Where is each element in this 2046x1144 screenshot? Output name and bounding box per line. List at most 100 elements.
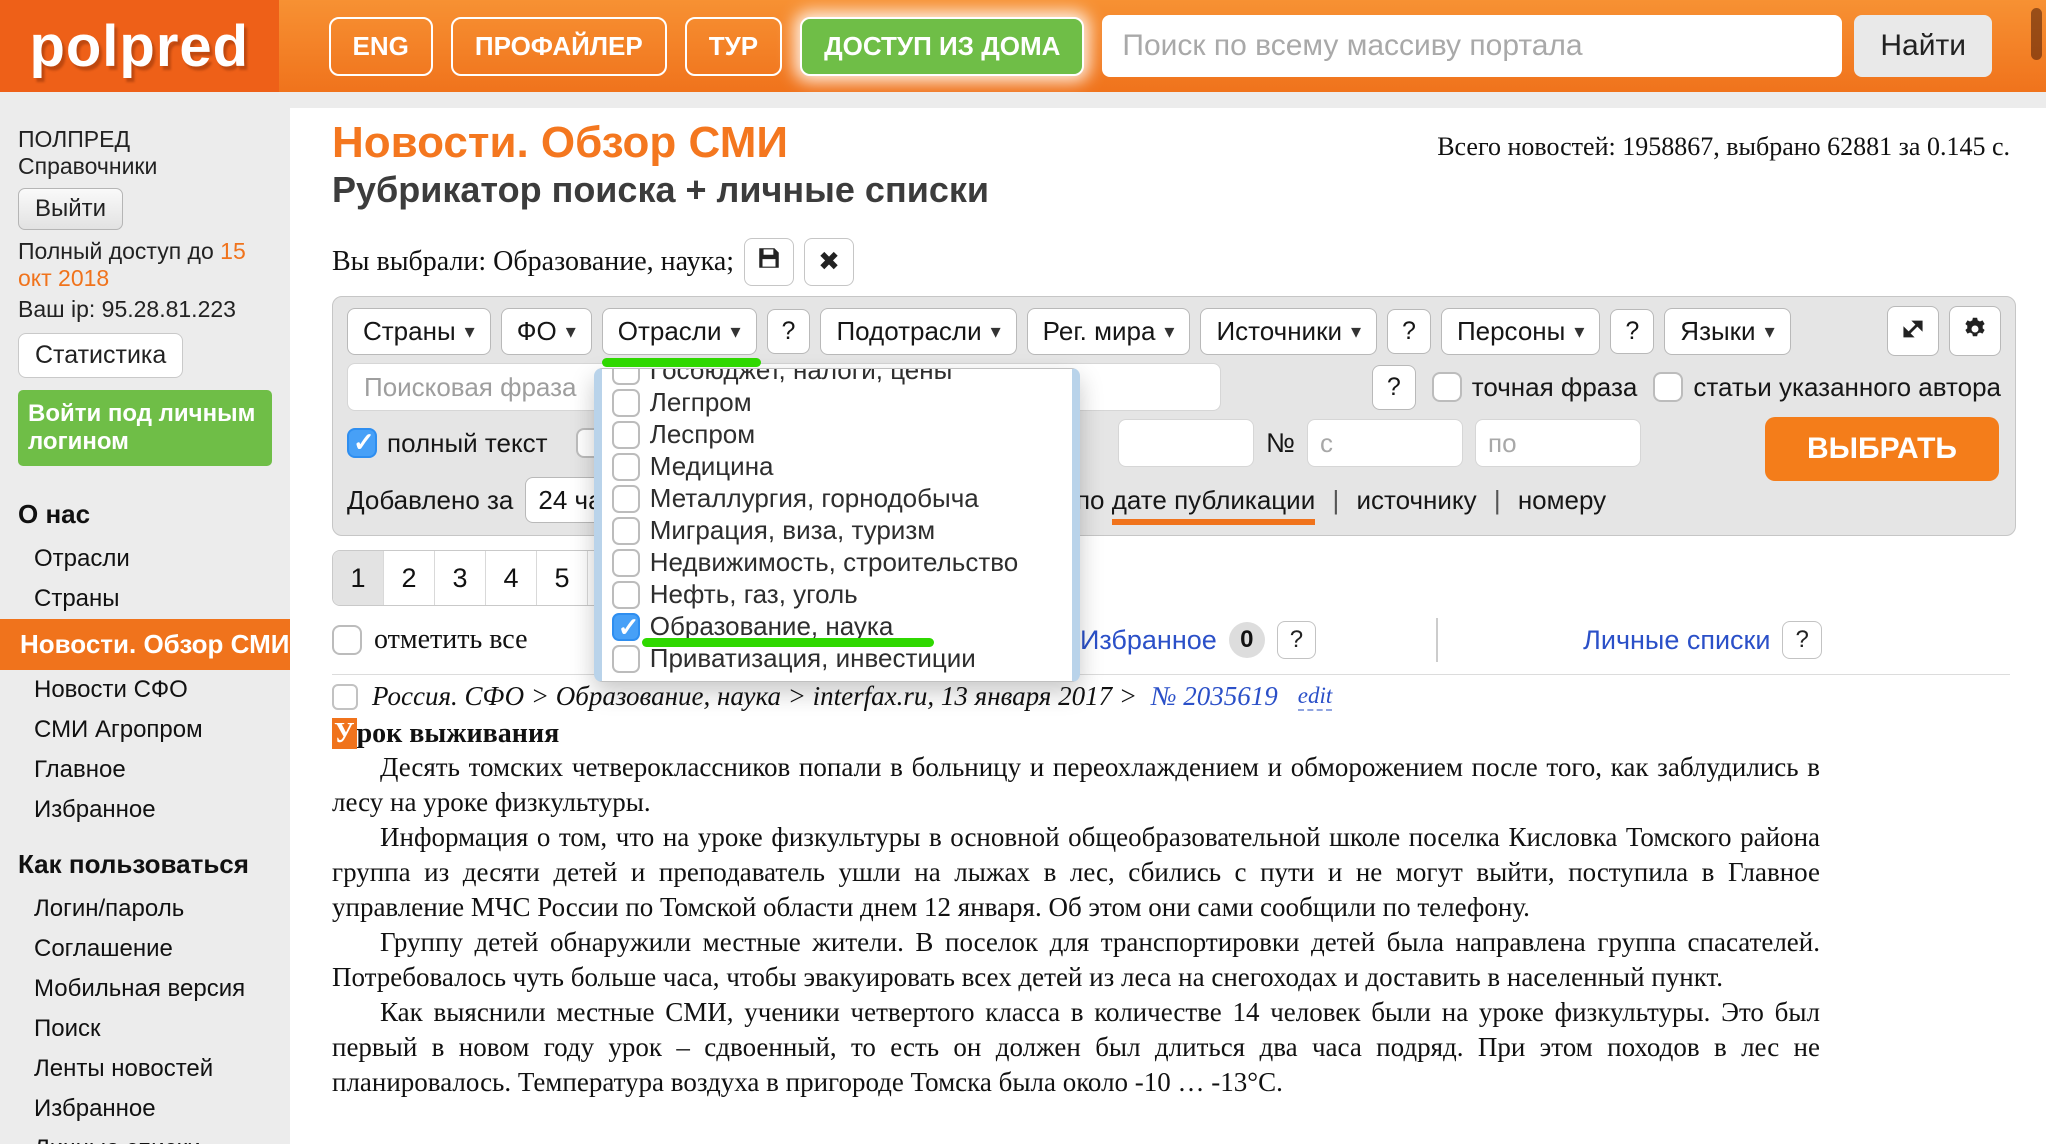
languages-filter-button[interactable]: Языки — [1664, 308, 1790, 355]
portal-search-input[interactable] — [1102, 15, 1842, 77]
sidebar-heading-about[interactable]: О нас — [0, 490, 290, 539]
home-access-button[interactable]: ДОСТУП ИЗ ДОМА — [800, 17, 1084, 76]
sidebar-item-favorites2[interactable]: Избранное — [0, 1089, 290, 1129]
page-button-4[interactable]: 4 — [486, 551, 537, 605]
dropdown-item[interactable]: Нефть, газ, уголь — [602, 579, 1072, 611]
author-articles-option[interactable]: статьи указанного автора — [1653, 372, 2001, 403]
sources-help-button[interactable]: ? — [1387, 309, 1431, 354]
sort-by-source[interactable]: источнику — [1356, 485, 1476, 515]
article-paragraph: Группу детей обнаружили местные жители. … — [332, 925, 1820, 995]
checkbox-unchecked[interactable] — [612, 549, 640, 577]
page-subtitle: Рубрикатор поиска + личные списки — [332, 170, 2016, 210]
dropdown-item[interactable]: Леспром — [602, 419, 1072, 451]
phrase-help-button[interactable]: ? — [1372, 365, 1416, 410]
favorites-help-button[interactable]: ? — [1277, 621, 1316, 659]
profiler-button[interactable]: ПРОФАЙЛЕР — [451, 17, 667, 76]
page: polpred ENG ПРОФАЙЛЕР ТУР ДОСТУП ИЗ ДОМА… — [0, 0, 2046, 1144]
tour-button[interactable]: ТУР — [685, 17, 782, 76]
eng-button[interactable]: ENG — [329, 17, 433, 76]
sort-by-date[interactable]: дате публикации — [1112, 485, 1316, 525]
account-block: ПОЛПРЕД Справочники Выйти Полный доступ … — [0, 108, 290, 472]
sidebar-item-search[interactable]: Поиск — [0, 1009, 290, 1049]
industries-filter-button[interactable]: Отрасли — [602, 308, 757, 355]
expand-button[interactable] — [1887, 306, 1939, 356]
author-articles-checkbox[interactable] — [1653, 372, 1683, 402]
dropdown-item-selected[interactable]: Образование, наука — [602, 611, 1072, 643]
countries-filter-button[interactable]: Страны — [347, 308, 491, 355]
number-to-input[interactable] — [1475, 419, 1641, 467]
full-text-option[interactable]: полный текст — [347, 428, 548, 459]
subindustries-filter-button[interactable]: Подотрасли — [820, 308, 1016, 355]
fo-filter-button[interactable]: ФО — [501, 308, 592, 355]
page-button-1[interactable]: 1 — [333, 551, 384, 605]
checkbox-unchecked[interactable] — [612, 389, 640, 417]
personal-lists-help-button[interactable]: ? — [1782, 621, 1821, 659]
sidebar-item-feeds[interactable]: Ленты новостей — [0, 1049, 290, 1089]
sidebar-item-login[interactable]: Логин/пароль — [0, 889, 290, 929]
sidebar-item-agreement[interactable]: Соглашение — [0, 929, 290, 969]
number-from-input[interactable] — [1307, 419, 1463, 467]
article-edit-link[interactable]: edit — [1298, 683, 1333, 711]
sources-filter-button[interactable]: Источники — [1200, 308, 1377, 355]
sidebar-item-personal-lists[interactable]: Личные списки — [0, 1129, 290, 1144]
dropdown-item[interactable]: Миграция, виза, туризм — [602, 515, 1072, 547]
dropdown-item[interactable]: Госбюджет, налоги, цены — [602, 368, 1072, 387]
dropdown-item[interactable]: Приватизация, инвестиции — [602, 643, 1072, 675]
article-number-link[interactable]: № 2035619 — [1151, 681, 1278, 712]
added-label: Добавлено за — [347, 485, 513, 516]
scrollbar-thumb[interactable] — [2031, 8, 2042, 60]
sidebar-item-news-active[interactable]: Новости. Обзор СМИ — [0, 619, 290, 670]
extra-input[interactable] — [1118, 419, 1254, 467]
exact-phrase-option[interactable]: точная фраза — [1432, 372, 1638, 403]
settings-button[interactable] — [1949, 306, 2001, 356]
full-text-checkbox[interactable] — [347, 428, 377, 458]
sidebar-item-main[interactable]: Главное — [0, 750, 290, 790]
sidebar-item-mobile[interactable]: Мобильная версия — [0, 969, 290, 1009]
dropdown-item[interactable]: Металлургия, горнодобыча — [602, 483, 1072, 515]
sidebar-item-favorites[interactable]: Избранное — [0, 790, 290, 830]
exact-phrase-checkbox[interactable] — [1432, 372, 1462, 402]
statistics-button[interactable]: Статистика — [18, 333, 183, 378]
find-button[interactable]: Найти — [1854, 15, 1992, 77]
personal-lists-link[interactable]: Личные списки — [1583, 625, 1770, 656]
logout-button[interactable]: Выйти — [18, 188, 123, 230]
checkbox-unchecked[interactable] — [612, 581, 640, 609]
checkbox-unchecked[interactable] — [612, 485, 640, 513]
dropdown-item[interactable]: Медицина — [602, 451, 1072, 483]
persons-help-button[interactable]: ? — [1610, 309, 1654, 354]
save-selection-button[interactable] — [744, 238, 794, 286]
sidebar-item-news-sfo[interactable]: Новости СФО — [0, 670, 290, 710]
sidebar-item-smi-agroprom[interactable]: СМИ Агропром — [0, 710, 290, 750]
checkbox-checked[interactable] — [612, 613, 640, 641]
filter-panel: Страны ФО Отрасли Госбюджет, налоги, цен… — [332, 296, 2016, 536]
favorites-link[interactable]: Избранное — [1080, 625, 1217, 656]
logo[interactable]: polpred — [29, 13, 249, 80]
page-button-2[interactable]: 2 — [384, 551, 435, 605]
news-stats: Всего новостей: 1958867, выбрано 62881 з… — [1437, 132, 2016, 162]
page-button-3[interactable]: 3 — [435, 551, 486, 605]
industries-help-button[interactable]: ? — [767, 309, 811, 354]
select-button[interactable]: ВЫБРАТЬ — [1765, 417, 1999, 481]
checkbox-unchecked[interactable] — [612, 645, 640, 673]
persons-filter-button[interactable]: Персоны — [1441, 308, 1600, 355]
checkbox-unchecked[interactable] — [612, 453, 640, 481]
article-checkbox[interactable] — [332, 684, 358, 710]
select-all-label[interactable]: отметить все — [374, 624, 528, 656]
world-regions-filter-button[interactable]: Рег. мира — [1027, 308, 1191, 355]
sidebar-heading-howto[interactable]: Как пользоваться — [0, 840, 290, 889]
dropdown-item[interactable]: Легпром — [602, 387, 1072, 419]
sidebar-item-industries[interactable]: Отрасли — [0, 539, 290, 579]
save-icon — [756, 245, 782, 279]
clear-selection-button[interactable] — [804, 238, 854, 286]
sort-by-number[interactable]: номеру — [1518, 485, 1606, 515]
personal-login-button[interactable]: Войти под личным логином — [18, 390, 272, 466]
content-divider — [332, 674, 2010, 675]
checkbox-unchecked[interactable] — [612, 368, 640, 385]
page-button-5[interactable]: 5 — [537, 551, 588, 605]
sidebar-item-countries[interactable]: Страны — [0, 579, 290, 619]
checkbox-unchecked[interactable] — [612, 421, 640, 449]
dropdown-item[interactable]: Недвижимость, строительство — [602, 547, 1072, 579]
checkbox-unchecked[interactable] — [612, 517, 640, 545]
select-all-checkbox[interactable] — [332, 625, 362, 655]
article-paragraph: Информация о том, что на уроке физкульту… — [332, 820, 1820, 925]
